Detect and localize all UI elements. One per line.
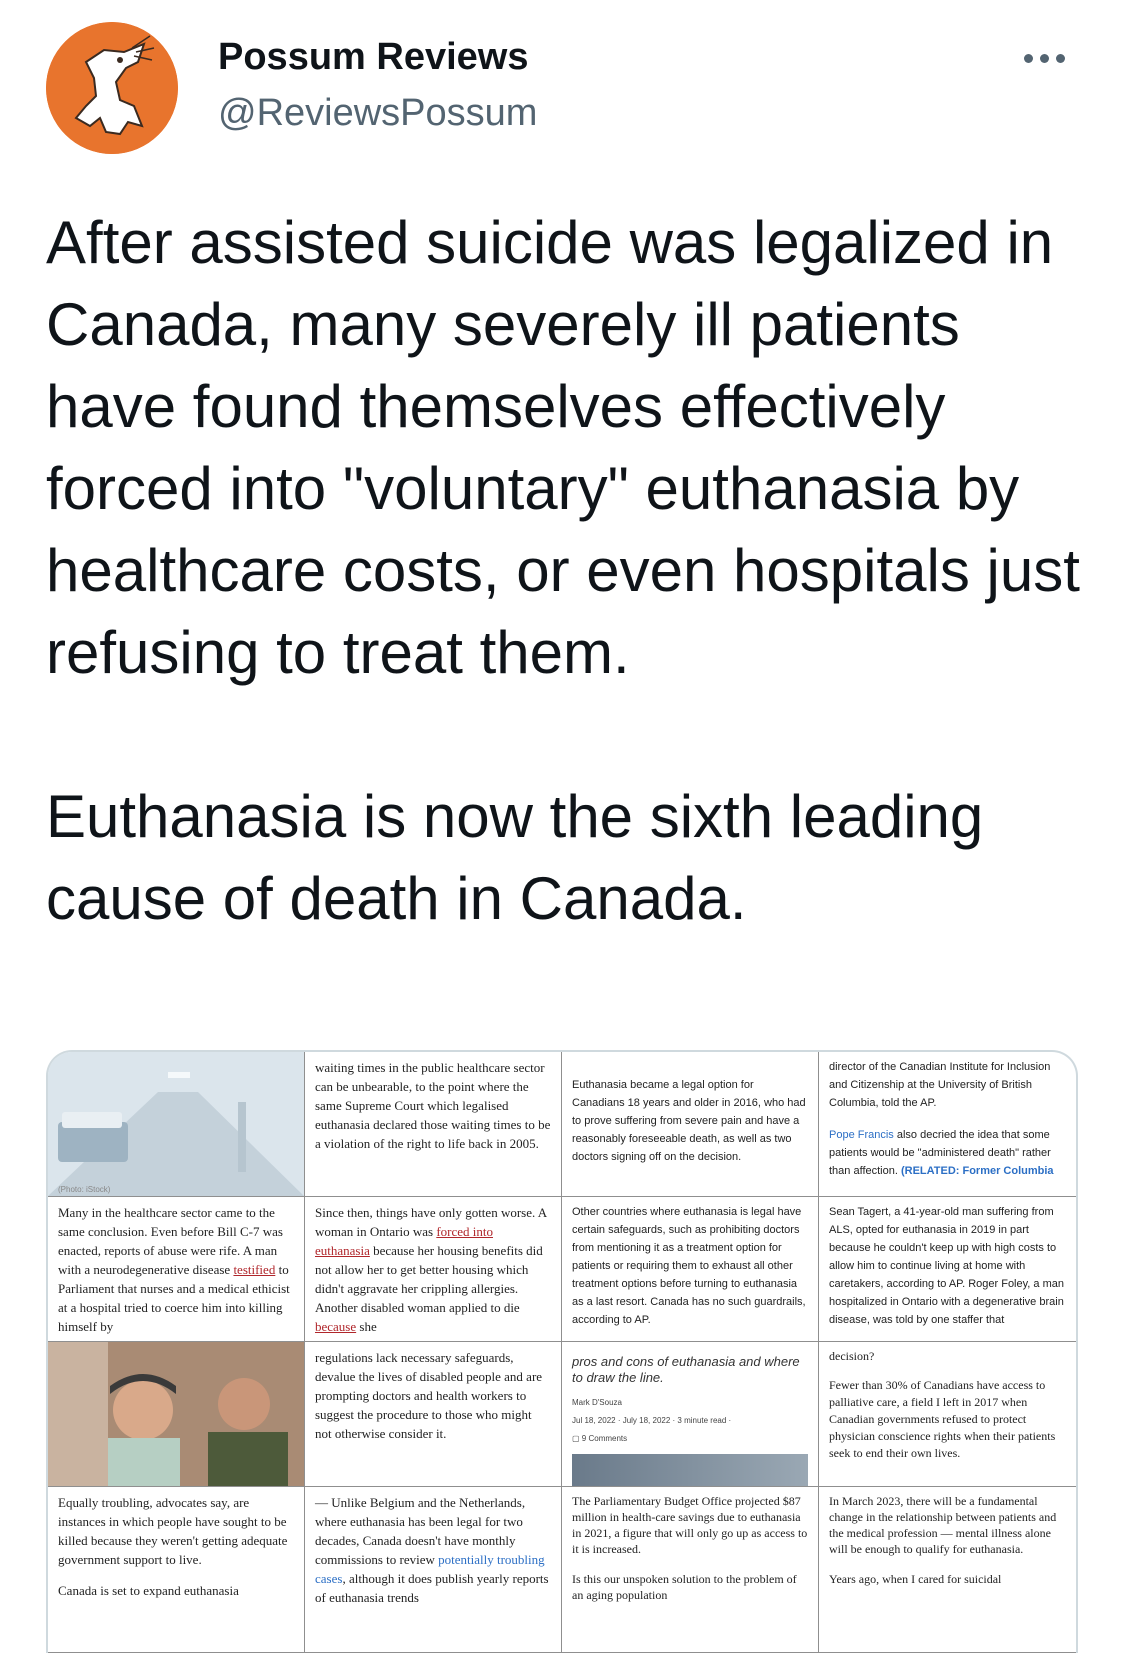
snippet-text: Equally troubling, advocates say, are in… [58,1495,288,1567]
snippet-text: director of the Canadian Institute for I… [829,1061,1051,1109]
article-snippet: Since then, things have only gotten wors… [305,1197,562,1342]
comments-link[interactable]: ▢ 9 Comments [572,1430,808,1448]
author-display-name[interactable]: Possum Reviews [218,36,528,79]
snippet-text: In March 2023, there will be a fundament… [829,1494,1057,1556]
snippet-paragraph: Pope Francis also decried the idea that … [829,1126,1066,1180]
author-handle[interactable]: @ReviewsPossum [218,92,537,135]
snippet-text: Fewer than 30% of Canadians have access … [829,1378,1056,1460]
article-snippet: Equally troubling, advocates say, are in… [48,1487,305,1653]
article-author[interactable]: Mark D'Souza [572,1394,808,1412]
tweet-paragraph: Euthanasia is now the sixth leading caus… [46,783,984,932]
snippet-text: Canada is set to expand euthanasia [58,1583,239,1598]
related-link[interactable]: (RELATED: Former Columbia [901,1165,1054,1177]
article-snippet: In March 2023, there will be a fundament… [819,1487,1076,1653]
article-snippet: director of the Canadian Institute for I… [819,1052,1076,1197]
snippet-text: Is this our unspoken solution to the pro… [572,1572,797,1602]
snippet-text: regulations lack necessary safeguards, d… [315,1350,543,1441]
snippet-text: decision? [829,1349,875,1363]
two-men-image [48,1342,304,1486]
because-link[interactable]: because [315,1319,356,1334]
dot [1024,53,1033,63]
article-snippet: The Parliamentary Budget Office projecte… [562,1487,819,1653]
snippet-text: , although it does publish yearly report… [315,1571,549,1605]
dot [1056,53,1065,63]
article-snippet: pros and cons of euthanasia and where to… [562,1342,819,1487]
article-snippet: regulations lack necessary safeguards, d… [305,1342,562,1487]
tweet-text: After assisted suicide was legalized in … [46,202,1096,940]
snippet-text: she [356,1319,377,1334]
snippet-text: waiting times in the public healthcare s… [315,1060,551,1151]
tweet-paragraph: After assisted suicide was legalized in … [46,209,1080,686]
snippet-text: The Parliamentary Budget Office projecte… [572,1494,808,1556]
snippet-text: Euthanasia became a legal option for Can… [572,1079,806,1163]
possum-avatar-icon [46,22,178,154]
article-snippet: — Unlike Belgium and the Netherlands, wh… [305,1487,562,1653]
comment-icon: ▢ [572,1434,580,1443]
article-snippet: waiting times in the public healthcare s… [305,1052,562,1197]
testified-link[interactable]: testified [233,1262,275,1277]
article-snippet: Euthanasia became a legal option for Can… [562,1052,819,1197]
comments-count: 9 Comments [581,1434,628,1443]
snippet-text: Sean Tagert, a 41-year-old man suffering… [829,1206,1064,1326]
snippet-text: Since then, things have only gotten wors… [315,1205,547,1239]
author-avatar[interactable] [46,22,178,154]
article-snippet: Many in the healthcare sector came to th… [48,1197,305,1342]
article-snippet: Sean Tagert, a 41-year-old man suffering… [819,1197,1076,1342]
hospital-corridor-image [48,1052,304,1196]
article-snippet: Other countries where euthanasia is lega… [562,1197,819,1342]
article-image [572,1454,808,1486]
article-headline: pros and cons of euthanasia and where to… [572,1354,800,1385]
article-snippet: decision? Fewer than 30% of Canadians ha… [819,1342,1076,1487]
photo-credit: (Photo: iStock) [58,1185,111,1194]
collage-grid: (Photo: iStock) waiting times in the pub… [48,1052,1076,1653]
dot [1040,53,1049,63]
more-options-icon[interactable] [1024,48,1074,68]
snippet-text: Years ago, when I cared for suicidal [829,1572,1002,1586]
two-men-photo [48,1342,305,1487]
snippet-text: Other countries where euthanasia is lega… [572,1206,806,1326]
pope-francis-link[interactable]: Pope Francis [829,1129,894,1141]
hospital-corridor-photo: (Photo: iStock) [48,1052,305,1197]
article-meta: Jul 18, 2022 · July 18, 2022 · 3 minute … [572,1416,732,1425]
attached-image-collage[interactable]: (Photo: iStock) waiting times in the pub… [46,1050,1078,1653]
